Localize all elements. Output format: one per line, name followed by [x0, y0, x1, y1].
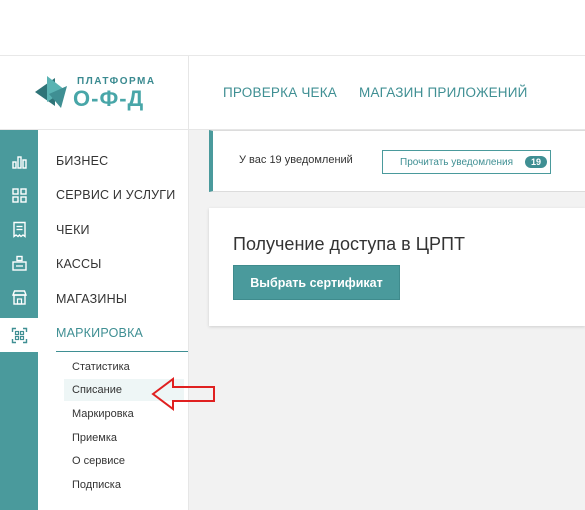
header-link-check-receipt[interactable]: ПРОВЕРКА ЧЕКА	[223, 85, 337, 100]
read-notifications-button[interactable]: Прочитать уведомления 19	[382, 150, 551, 174]
nav-item-business[interactable]: БИЗНЕС	[56, 144, 108, 178]
bar-chart-icon	[11, 155, 27, 169]
rail-item-stores[interactable]	[0, 280, 38, 314]
logo-mark-icon	[35, 76, 67, 108]
annotation-arrow-icon	[151, 377, 215, 411]
nav-item-marking[interactable]: МАРКИРОВКА	[56, 316, 143, 350]
main-nav: БИЗНЕС СЕРВИС И УСЛУГИ ЧЕКИ КАССЫ МАГАЗИ…	[38, 130, 189, 510]
store-icon	[11, 289, 27, 305]
header-link-app-store[interactable]: МАГАЗИН ПРИЛОЖЕНИЙ	[359, 85, 528, 100]
select-certificate-button[interactable]: Выбрать сертификат	[233, 265, 400, 300]
read-notifications-label: Прочитать уведомления	[400, 156, 513, 168]
notification-bar: У вас 19 уведомлений Прочитать уведомлен…	[209, 130, 585, 192]
subnav-item-subscription[interactable]: Подписка	[64, 474, 184, 496]
nav-item-services[interactable]: СЕРВИС И УСЛУГИ	[56, 178, 175, 212]
rail-item-marking[interactable]	[0, 318, 38, 352]
icon-rail	[0, 130, 38, 510]
register-icon	[11, 255, 27, 271]
page: ПЛАТФОРМА О-Ф-Д ПРОВЕРКА ЧЕКА МАГАЗИН ПР…	[0, 0, 585, 510]
top-blank-strip	[0, 0, 585, 56]
notification-text: У вас 19 уведомлений	[239, 154, 353, 166]
notification-count-badge: 19	[525, 156, 548, 168]
subnav-item-acceptance[interactable]: Приемка	[64, 427, 184, 449]
qr-scan-icon	[11, 327, 27, 343]
subnav-item-about[interactable]: О сервисе	[64, 450, 184, 472]
access-card: Получение доступа в ЦРПТ Выбрать сертифи…	[209, 208, 585, 326]
grid-icon	[11, 187, 27, 203]
rail-item-business[interactable]	[0, 144, 38, 178]
main-content: У вас 19 уведомлений Прочитать уведомлен…	[189, 130, 585, 510]
receipt-icon	[12, 221, 26, 238]
logo[interactable]: ПЛАТФОРМА О-Ф-Д	[0, 56, 189, 130]
access-card-title: Получение доступа в ЦРПТ	[233, 234, 465, 254]
top-header: ПРОВЕРКА ЧЕКА МАГАЗИН ПРИЛОЖЕНИЙ	[189, 56, 585, 130]
nav-item-stores[interactable]: МАГАЗИНЫ	[56, 282, 127, 316]
nav-active-underline	[56, 351, 188, 352]
rail-item-services[interactable]	[0, 178, 38, 212]
logo-text-main: О-Ф-Д	[73, 86, 145, 111]
nav-item-receipts[interactable]: ЧЕКИ	[56, 213, 90, 247]
rail-item-receipts[interactable]	[0, 212, 38, 246]
nav-item-registers[interactable]: КАССЫ	[56, 247, 101, 281]
rail-item-registers[interactable]	[0, 246, 38, 280]
subnav-item-statistics[interactable]: Статистика	[64, 356, 184, 378]
